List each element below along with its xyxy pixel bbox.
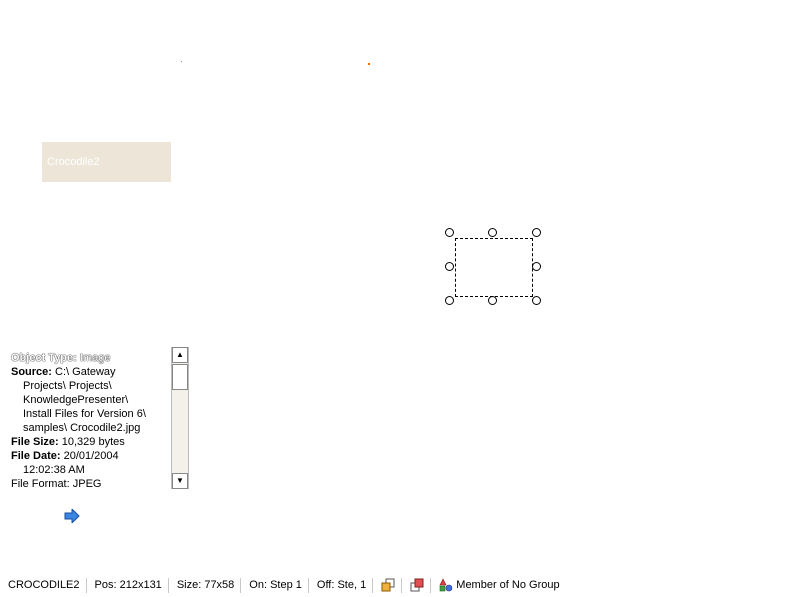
scroll-thumb[interactable] xyxy=(172,364,188,390)
object-type-label: Object Type: xyxy=(11,352,77,364)
resize-handle-top[interactable] xyxy=(488,228,497,237)
resize-handle-bottom-left[interactable] xyxy=(445,296,454,305)
file-date-row: File Date: 20/01/2004 xyxy=(11,449,169,463)
resize-handle-left[interactable] xyxy=(445,262,454,271)
status-group[interactable]: Member of No Group xyxy=(431,578,565,593)
send-backward-icon xyxy=(410,578,424,592)
source-line-1: C:\ Gateway xyxy=(55,366,116,378)
resize-handle-bottom[interactable] xyxy=(488,296,497,305)
file-format-row: File Format: JPEG xyxy=(11,478,102,490)
file-size-value: 10,329 bytes xyxy=(61,436,125,448)
crocodile-label-object[interactable]: Crocodile2 xyxy=(42,142,171,182)
source-line-5: samples\ Crocodile2.jpg xyxy=(23,422,141,434)
object-type-row: Object Type: Image xyxy=(11,351,169,365)
bring-forward-icon xyxy=(381,578,395,592)
source-label: Source: xyxy=(11,366,52,378)
canvas-dot xyxy=(181,61,182,62)
send-backward-button[interactable] xyxy=(402,578,432,593)
crocodile-label-text: Crocodile2 xyxy=(47,156,100,168)
file-date-label: File Date: xyxy=(11,450,61,462)
file-time-value: 12:02:38 AM xyxy=(23,464,85,476)
status-group-label: Member of No Group xyxy=(456,579,560,591)
resize-handle-top-right[interactable] xyxy=(532,228,541,237)
info-panel-scrollbar[interactable]: ▲ ▼ xyxy=(171,347,189,489)
status-off-step: Off: Ste, 1 xyxy=(309,578,374,593)
bring-forward-button[interactable] xyxy=(373,578,403,593)
file-date-value: 20/01/2004 xyxy=(63,450,119,462)
resize-handle-top-left[interactable] xyxy=(445,228,454,237)
status-bar: CROCODILE2 Pos: 212x131 Size: 77x58 On: … xyxy=(0,574,800,597)
object-info-panel: Object Type: Image Source: C:\ Gateway P… xyxy=(8,347,188,490)
file-size-row: File Size: 10,329 bytes xyxy=(11,435,169,449)
source-line-4: Install Files for Version 6\ xyxy=(23,408,146,420)
canvas-accent-dot xyxy=(368,63,370,65)
source-row: Source: C:\ Gateway xyxy=(11,365,169,379)
next-arrow-icon[interactable] xyxy=(64,509,80,523)
scroll-down-button[interactable]: ▼ xyxy=(172,473,188,489)
source-line-2: Projects\ Projects\ xyxy=(23,380,112,392)
status-position: Pos: 212x131 xyxy=(87,578,169,593)
object-info-text: Object Type: Image Source: C:\ Gateway P… xyxy=(11,351,169,490)
object-type-value: Image xyxy=(79,352,111,364)
source-line-3: KnowledgePresenter\ xyxy=(23,394,129,406)
status-object-name: CROCODILE2 xyxy=(0,578,87,593)
resize-handle-bottom-right[interactable] xyxy=(532,296,541,305)
resize-handle-right[interactable] xyxy=(532,262,541,271)
group-shapes-icon xyxy=(439,578,453,592)
scroll-up-button[interactable]: ▲ xyxy=(172,347,188,363)
status-size: Size: 77x58 xyxy=(169,578,242,593)
status-on-step: On: Step 1 xyxy=(241,578,309,593)
file-size-label: File Size: xyxy=(11,436,59,448)
selected-image-object[interactable] xyxy=(455,238,533,297)
